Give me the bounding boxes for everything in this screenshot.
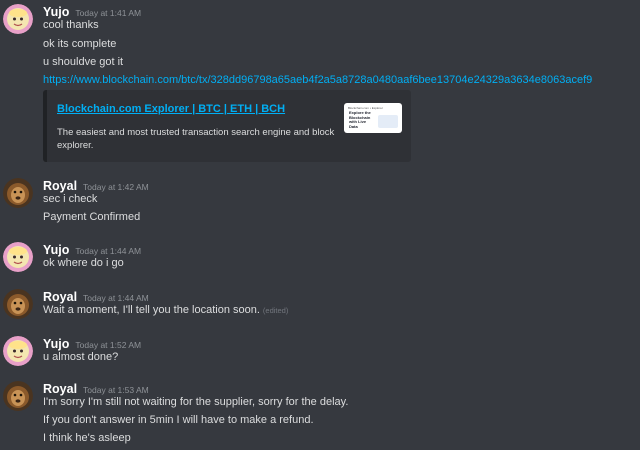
message-text: Payment Confirmed (43, 211, 141, 223)
lion-avatar[interactable] (3, 178, 33, 208)
username[interactable]: Royal (43, 290, 77, 304)
transaction-link[interactable]: https://www.blockchain.com/btc/tx/328dd9… (43, 74, 592, 86)
message-header: Royal Today at 1:44 AM (43, 288, 149, 304)
message-header: Royal Today at 1:42 AM (43, 177, 149, 193)
message-link-line: https://www.blockchain.com/btc/tx/328dd9… (43, 74, 592, 86)
username[interactable]: Yujo (43, 337, 69, 351)
timestamp[interactable]: Today at 1:53 AM (83, 385, 149, 395)
message-group: Yujo Today at 1:52 AM u almost done? (0, 335, 640, 369)
message-group: Yujo Today at 1:44 AM ok where do i go (0, 241, 640, 275)
message-header: Yujo Today at 1:52 AM (43, 335, 141, 351)
timestamp[interactable]: Today at 1:44 AM (75, 246, 141, 256)
yujo-avatar[interactable] (3, 336, 33, 366)
message-text: cool thanks (43, 19, 99, 31)
link-embed: Blockchain.com Explorer | BTC | ETH | BC… (43, 90, 411, 162)
message-text: sec i check (43, 193, 98, 205)
message-text: ok where do i go (43, 257, 124, 269)
message-text: If you don't answer in 5min I will have … (43, 414, 314, 426)
message-group: Royal Today at 1:53 AM I'm sorry I'm stil… (0, 380, 640, 450)
username[interactable]: Yujo (43, 5, 69, 19)
embed-title[interactable]: Blockchain.com Explorer | BTC | ETH | BC… (57, 103, 285, 115)
timestamp[interactable]: Today at 1:44 AM (83, 293, 149, 303)
lion-avatar[interactable] (3, 381, 33, 411)
message-header: Royal Today at 1:53 AM (43, 380, 149, 396)
thumbnail-text: Explore the Blockchain with Live Data (349, 110, 371, 129)
thumbnail-card (378, 115, 398, 128)
timestamp[interactable]: Today at 1:52 AM (75, 340, 141, 350)
username[interactable]: Royal (43, 179, 77, 193)
message-text: u almost done? (43, 351, 119, 363)
message-group: Yujo Today at 1:41 AM cool thanks ok its … (0, 3, 640, 163)
message-group: Royal Today at 1:44 AM Wait a moment, I'l… (0, 288, 640, 322)
message-text: Wait a moment, I'll tell you the locatio… (43, 304, 260, 316)
lion-avatar[interactable] (3, 289, 33, 319)
message-header: Yujo Today at 1:44 AM (43, 241, 141, 257)
timestamp[interactable]: Today at 1:42 AM (83, 182, 149, 192)
yujo-avatar[interactable] (3, 242, 33, 272)
yujo-avatar[interactable] (3, 4, 33, 34)
timestamp[interactable]: Today at 1:41 AM (75, 8, 141, 18)
username[interactable]: Yujo (43, 243, 69, 257)
message-group: Royal Today at 1:42 AM sec i check Paymen… (0, 177, 640, 227)
message-header: Yujo Today at 1:41 AM (43, 3, 141, 19)
message-text-row: Wait a moment, I'll tell you the locatio… (43, 304, 288, 316)
message-text: I'm sorry I'm still not waiting for the … (43, 396, 349, 408)
message-text: u shouldve got it (43, 56, 124, 68)
username[interactable]: Royal (43, 382, 77, 396)
message-text: ok its complete (43, 38, 117, 50)
message-text: I think he's asleep (43, 432, 131, 444)
edited-tag[interactable]: (edited) (263, 306, 288, 315)
embed-description: The easiest and most trusted transaction… (57, 127, 335, 151)
embed-thumbnail[interactable]: Blockchain.com • Explorer Explore the Bl… (344, 103, 402, 133)
